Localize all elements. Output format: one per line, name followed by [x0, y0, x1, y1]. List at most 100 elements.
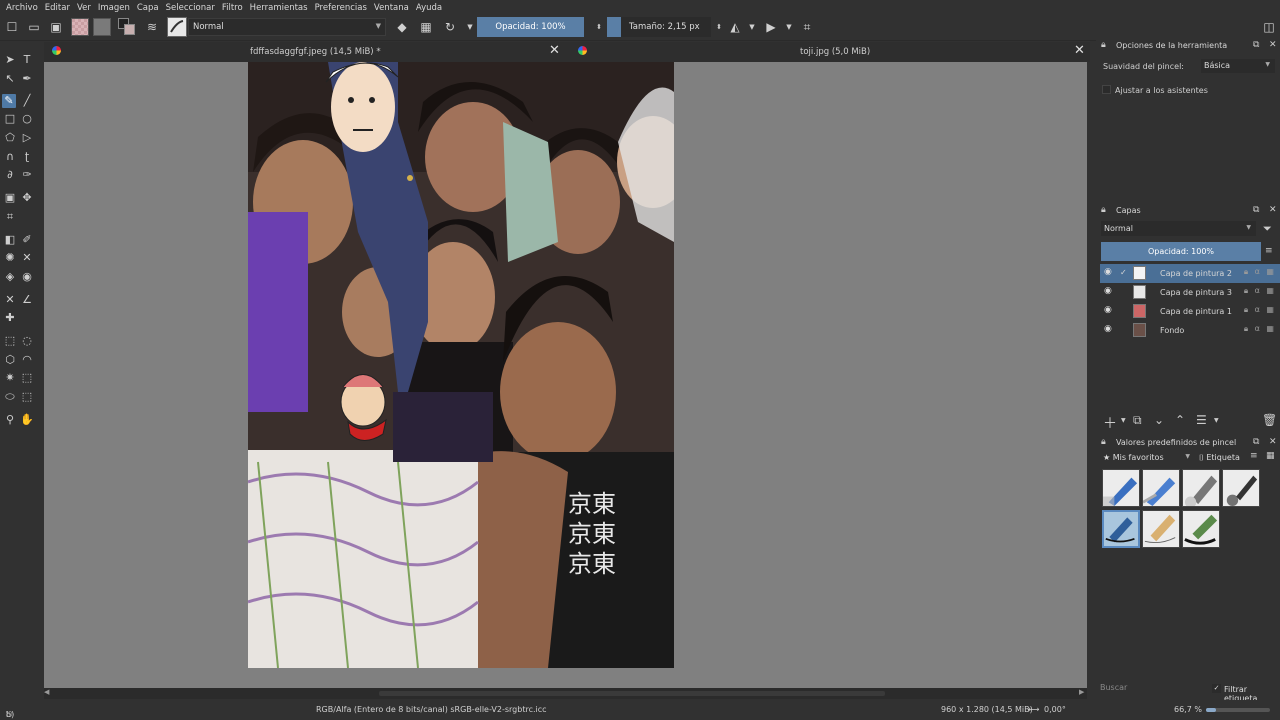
lock-icon[interactable]: 🔒︎ — [1101, 205, 1106, 215]
add-layer-menu-icon[interactable]: ▼ — [1121, 417, 1126, 424]
contiguous-select-icon[interactable]: ✷ — [3, 371, 17, 385]
preset-search-input[interactable]: Buscar — [1100, 683, 1200, 697]
menu-herramientas[interactable]: Herramientas — [250, 3, 308, 13]
preset-filter-select[interactable]: ★ Mis favoritos ▼ — [1101, 451, 1193, 465]
enclose-fill-icon[interactable]: ◉ — [20, 270, 34, 284]
eye-icon[interactable]: ◉ — [1104, 305, 1112, 315]
bezier-tool-icon[interactable]: ∩ — [3, 150, 17, 164]
add-layer-icon[interactable]: ＋ — [1103, 413, 1117, 433]
reload-menu-icon[interactable]: ▼ — [462, 19, 478, 35]
brush-preset-airbrush[interactable] — [1182, 469, 1220, 508]
grid-view-icon[interactable]: ▦ — [1266, 451, 1275, 461]
rotation-icon[interactable]: ⟷ — [1028, 705, 1039, 714]
calligraphy-icon[interactable]: ✒ — [20, 72, 34, 86]
menu-imagen[interactable]: Imagen — [98, 3, 130, 13]
edit-shapes-icon[interactable]: ↖ — [3, 72, 17, 86]
eye-icon[interactable]: ◉ — [1104, 324, 1112, 334]
move-up-icon[interactable]: ⌃ — [1175, 413, 1185, 427]
pan-tool-icon[interactable]: ✋ — [20, 413, 34, 427]
polygon-select-icon[interactable]: ⬡ — [3, 353, 17, 367]
menu-filtro[interactable]: Filtro — [222, 3, 243, 13]
menu-icon[interactable]: ≡ — [1250, 451, 1258, 461]
close-icon[interactable]: ✕ — [1074, 43, 1085, 58]
brush-preset-basic-size[interactable] — [1102, 510, 1140, 548]
blend-mode-select[interactable]: Normal ▼ — [188, 18, 386, 36]
rect-select-icon[interactable]: ⬚ — [3, 334, 17, 348]
move-down-icon[interactable]: ⌄ — [1154, 413, 1164, 427]
similar-select-icon[interactable]: ⬚ — [20, 371, 34, 385]
ellipse-select-icon[interactable]: ◌ — [20, 334, 34, 348]
select-shapes-icon[interactable]: ➤ — [3, 53, 17, 67]
assistant-tool-icon[interactable]: ✕ — [3, 293, 17, 307]
menu-capa[interactable]: Capa — [137, 3, 159, 13]
gradient-tool-icon[interactable]: ◧ — [3, 233, 17, 247]
eraser-icon[interactable]: ◆ — [394, 19, 410, 35]
layer-lock-icon[interactable]: 🔒︎ α ▦ — [1244, 286, 1276, 296]
brush-preset-eraser[interactable] — [1102, 469, 1140, 507]
layer-opacity-slider[interactable]: Opacidad: 100% — [1101, 242, 1261, 261]
save-icon[interactable]: ▣ — [48, 19, 64, 35]
transform-tool-icon[interactable]: ▣ — [3, 191, 17, 205]
close-icon[interactable]: ✕ — [1269, 205, 1277, 215]
tab-document-1[interactable]: fdffasdaggfgf.jpeg (14,5 MiB) * — [250, 42, 381, 62]
brush-preset-icon[interactable] — [167, 17, 187, 37]
menu-preferencias[interactable]: Preferencias — [315, 3, 367, 13]
polygon-tool-icon[interactable]: ⬠ — [3, 131, 17, 145]
mirror-v-menu-icon[interactable]: ▼ — [781, 19, 797, 35]
eye-icon[interactable]: ◉ — [1104, 286, 1112, 296]
brush-preset-marker[interactable] — [1182, 510, 1220, 548]
layer-row[interactable]: ◉ Capa de pintura 1 🔒︎ α ▦ — [1100, 302, 1280, 321]
brush-preset-pen[interactable] — [1142, 469, 1180, 507]
layer-row[interactable]: ◉ Fondo 🔒︎ α ▦ — [1100, 321, 1280, 340]
float-docker-icon[interactable]: ⧉ — [1253, 40, 1259, 50]
smoothing-select[interactable]: Básica ▼ — [1201, 59, 1275, 73]
wrap-around-icon[interactable]: ⌗ — [799, 19, 815, 35]
freehand-brush-icon[interactable]: ✎ — [2, 94, 16, 108]
color-space-status[interactable]: RGB/Alfa (Entero de 8 bits/canal) sRGB-e… — [316, 705, 547, 714]
measure-tool-icon[interactable]: ∠ — [20, 293, 34, 307]
gradient-swatch[interactable] — [71, 18, 89, 36]
layer-blend-select[interactable]: Normal ▼ — [1101, 221, 1256, 236]
new-document-icon[interactable]: ☐ — [4, 19, 20, 35]
menu-archivo[interactable]: Archivo — [6, 3, 38, 13]
duplicate-layer-icon[interactable]: ⧉ — [1133, 413, 1142, 428]
magnetic-select-icon[interactable]: ⬚ — [20, 390, 34, 404]
layer-lock-icon[interactable]: 🔒︎ α ▦ — [1244, 324, 1276, 334]
zoom-slider[interactable] — [1206, 708, 1270, 712]
reference-tool-icon[interactable]: ✚ — [3, 311, 17, 325]
alpha-lock-icon[interactable]: ▦ — [418, 19, 434, 35]
mirror-menu-icon[interactable]: ▼ — [744, 19, 760, 35]
size-spin-icon[interactable]: ⬍ — [711, 19, 727, 35]
menu-editar[interactable]: Editar — [45, 3, 70, 13]
document-image[interactable]: 京東 京東 京東 — [248, 62, 674, 668]
layer-properties-icon[interactable]: ☰ — [1196, 413, 1207, 427]
move-tool-icon[interactable]: ✥ — [20, 191, 34, 205]
rectangle-tool-icon[interactable]: □ — [3, 112, 17, 126]
multibrush-icon[interactable]: ✑ — [20, 168, 34, 182]
menu-icon[interactable]: ≡ — [1265, 246, 1273, 256]
menu-ayuda[interactable]: Ayuda — [416, 3, 442, 13]
polyline-tool-icon[interactable]: ▷ — [20, 131, 34, 145]
mirror-horizontal-icon[interactable]: ◭ — [727, 19, 743, 35]
workspace-icon[interactable]: ◫ — [1261, 19, 1277, 35]
menu-ventana[interactable]: Ventana — [374, 3, 409, 13]
menu-ver[interactable]: Ver — [77, 3, 91, 13]
pattern-swatch[interactable] — [93, 18, 111, 36]
colorize-mask-icon[interactable]: ✕ — [20, 251, 34, 265]
smart-patch-icon[interactable]: ✺ — [3, 251, 17, 265]
float-docker-icon[interactable]: ⧉ — [1253, 437, 1259, 447]
check-icon[interactable]: ✓ — [1120, 268, 1127, 277]
layer-row[interactable]: ◉ Capa de pintura 3 🔒︎ α ▦ — [1100, 283, 1280, 302]
color-swatch[interactable] — [118, 18, 136, 36]
delete-layer-icon[interactable]: 🗑︎ — [1262, 413, 1277, 427]
bezier-select-icon[interactable]: ⬭ — [3, 390, 17, 404]
zoom-status[interactable]: 66,7 % — [1174, 705, 1202, 714]
close-icon[interactable]: ✕ — [549, 43, 560, 58]
freehand-select-icon[interactable]: ◠ — [20, 353, 34, 367]
opacity-spin-icon[interactable]: ⬍ — [591, 19, 607, 35]
assistants-checkbox[interactable] — [1102, 85, 1111, 94]
color-picker-icon[interactable]: ✐ — [20, 233, 34, 247]
freehand-path-icon[interactable]: ʈ — [20, 150, 34, 164]
lock-icon[interactable]: 🔒︎ — [1101, 437, 1106, 447]
float-docker-icon[interactable]: ⧉ — [1253, 205, 1259, 215]
